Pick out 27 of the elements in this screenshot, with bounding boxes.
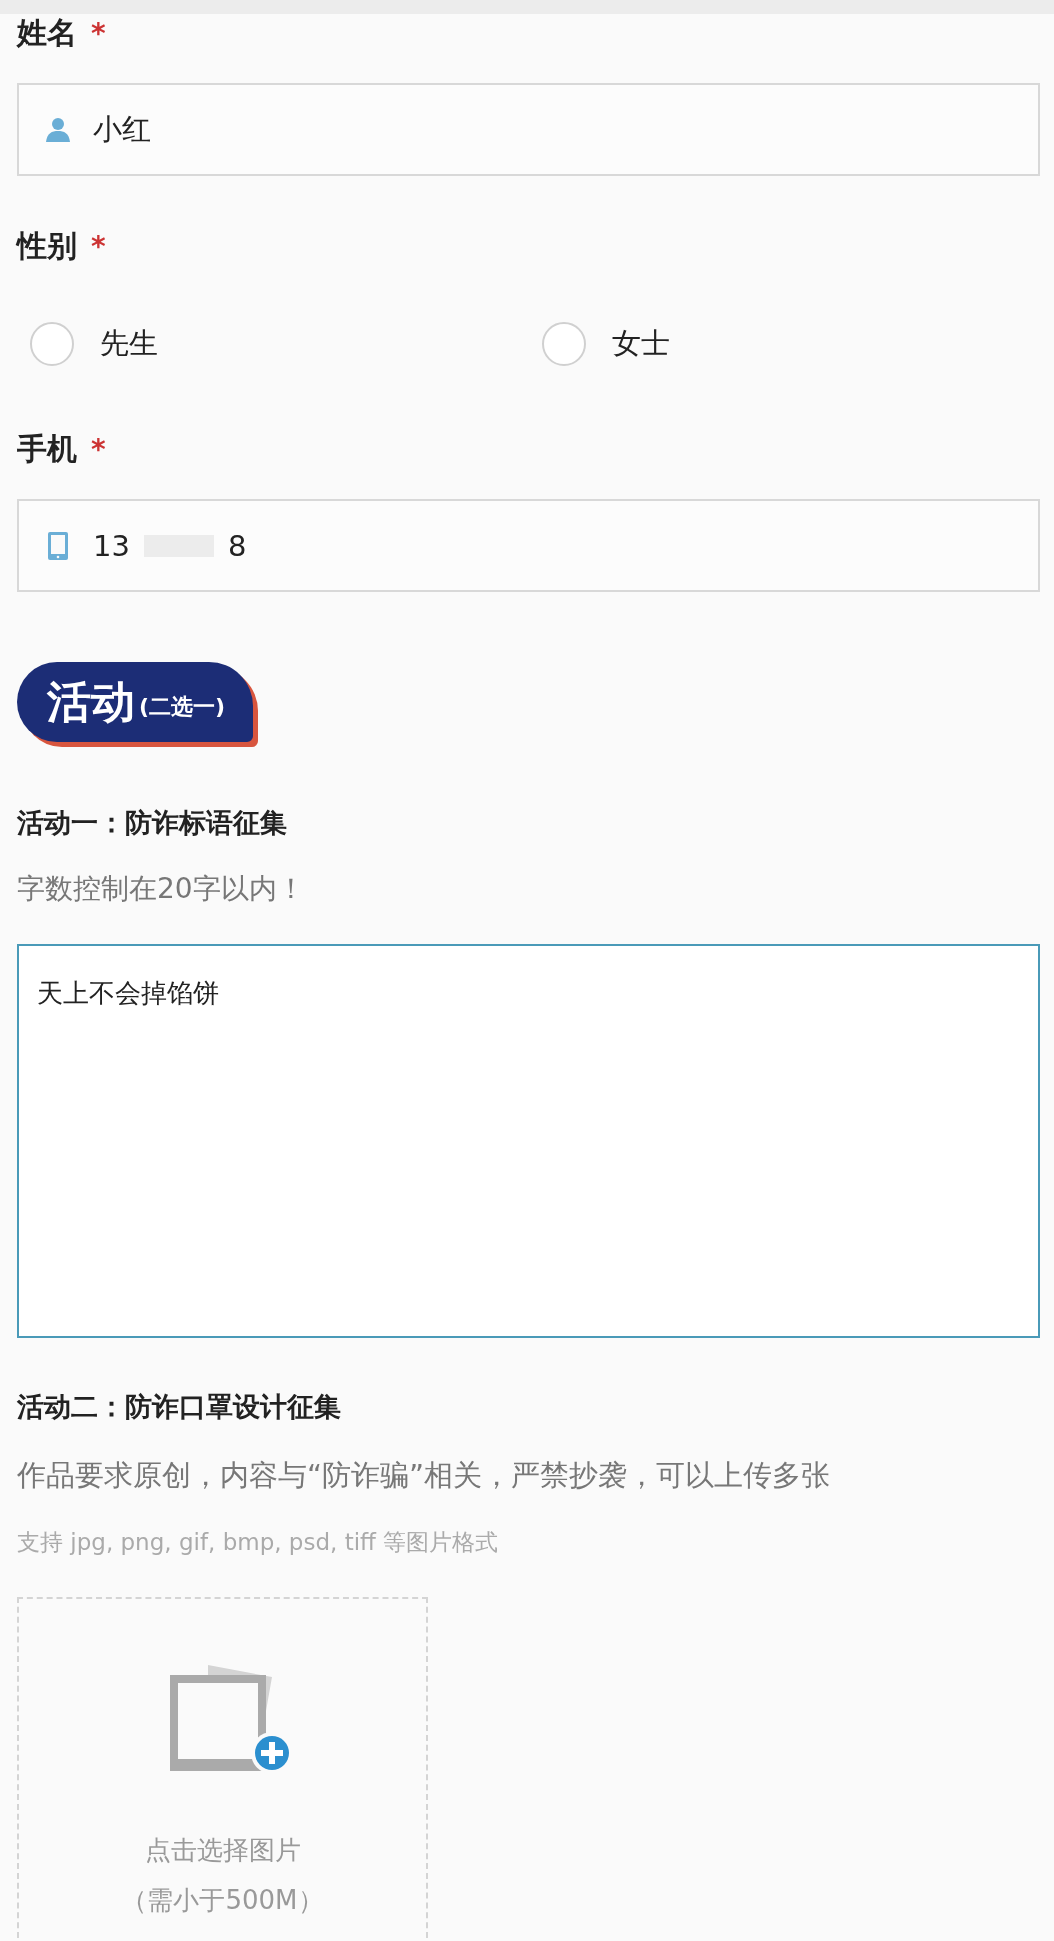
- input-value: 8: [227, 528, 247, 563]
- description-text: 作品要求原创，内容与“防诈骗”相关，严禁抄袭，可以上传多张: [17, 1457, 831, 1494]
- upload-note: （需小于500M）: [121, 1884, 324, 1917]
- answer-box[interactable]: 天上不会掉馅饼: [17, 944, 1040, 1338]
- input-field[interactable]: 小红: [17, 83, 1040, 176]
- banner-title: 活动: [47, 674, 135, 729]
- activity-title: 活动二：防诈口罩设计征集: [17, 1390, 341, 1424]
- required-mark: *: [91, 229, 106, 263]
- person-icon: [43, 115, 73, 144]
- hint-text: 字数控制在20字以内！: [17, 871, 305, 907]
- field-label: 姓名: [17, 13, 77, 52]
- field-label: 性别: [17, 226, 77, 265]
- radio-label[interactable]: 女士: [611, 324, 670, 364]
- radio-label[interactable]: 先生: [100, 324, 158, 364]
- upload-label: 点击选择图片: [144, 1834, 301, 1867]
- required-mark: *: [91, 16, 106, 50]
- banner-subtitle: (二选一): [139, 693, 226, 721]
- radio-button[interactable]: [541, 322, 586, 366]
- field-label: 手机: [17, 429, 77, 468]
- input-value: 小红: [93, 110, 151, 148]
- format-note: 支持 jpg, png, gif, bmp, psd, tiff 等图片格式: [17, 1528, 499, 1557]
- input-field[interactable]: 13 8: [17, 499, 1040, 592]
- activity-title: 活动一：防诈标语征集: [17, 806, 287, 840]
- input-value: 13: [93, 528, 130, 563]
- radio-button[interactable]: [30, 322, 74, 366]
- required-mark: *: [91, 432, 106, 466]
- answer-text: 天上不会掉馅饼: [37, 978, 219, 1008]
